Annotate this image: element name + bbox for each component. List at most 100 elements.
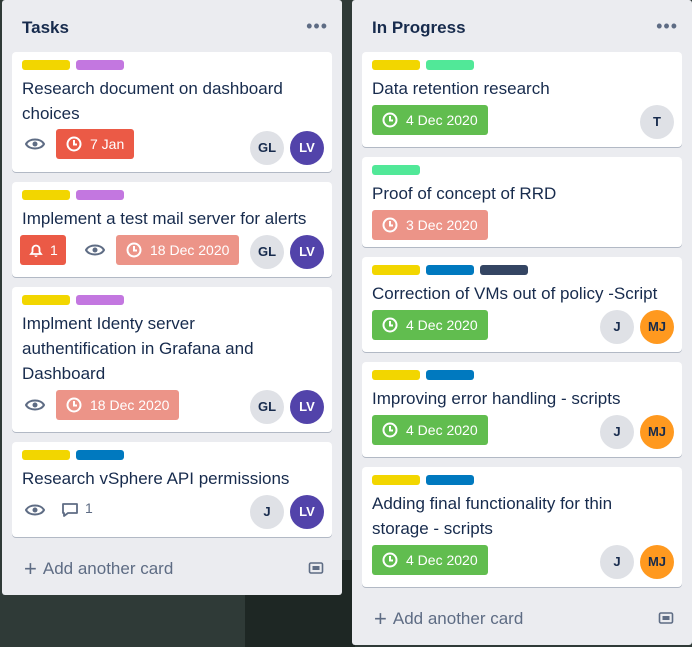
card-title-line: authentification in Grafana and	[22, 339, 254, 358]
label-blue[interactable]	[426, 370, 474, 380]
due-date-badge[interactable]: 3 Dec 2020	[372, 210, 488, 240]
card-title: Data retention research	[372, 76, 550, 101]
card-title: Improving error handling - scripts	[372, 386, 620, 411]
due-date-badge[interactable]: 4 Dec 2020	[372, 545, 488, 575]
member-avatar[interactable]: J	[600, 310, 634, 344]
label-purple[interactable]	[76, 60, 124, 70]
card-template-icon[interactable]	[308, 560, 324, 576]
card-title: Proof of concept of RRD	[372, 181, 556, 206]
list-header: In Progress •••	[352, 0, 692, 56]
label-mint[interactable]	[426, 60, 474, 70]
card-title: Adding final functionality for thin stor…	[372, 491, 612, 541]
plus-icon: +	[374, 606, 387, 631]
notification-badge[interactable]: 1	[20, 235, 66, 265]
label-yellow[interactable]	[372, 60, 420, 70]
eye-icon	[25, 138, 45, 150]
eye-icon	[25, 399, 45, 411]
card[interactable]: Proof of concept of RRD 3 Dec 2020	[362, 157, 682, 247]
add-card-button[interactable]: + Add another card	[24, 554, 174, 581]
label-purple[interactable]	[76, 190, 124, 200]
more-horizontal-icon[interactable]: •••	[306, 16, 328, 37]
card-title-line: Data retention research	[372, 79, 550, 98]
due-date-text: 4 Dec 2020	[406, 317, 478, 333]
label-mint[interactable]	[372, 165, 420, 175]
member-avatar[interactable]: J	[600, 415, 634, 449]
due-date-badge[interactable]: 4 Dec 2020	[372, 310, 488, 340]
add-card-button[interactable]: + Add another card	[374, 604, 524, 631]
member-avatar[interactable]: GL	[250, 131, 284, 165]
card-title: Correction of VMs out of policy -Script	[372, 281, 657, 306]
clock-icon	[66, 136, 82, 152]
card-title-line: Proof of concept of RRD	[372, 184, 557, 203]
label-yellow[interactable]	[22, 60, 70, 70]
list-title[interactable]: In Progress	[372, 18, 466, 38]
comment-icon	[62, 503, 78, 517]
due-date-text: 7 Jan	[90, 136, 125, 152]
member-avatar[interactable]: T	[640, 105, 674, 139]
card[interactable]: Research document on dashboard choices 7…	[12, 52, 332, 172]
list-in-progress: In Progress ••• Data retention research …	[352, 0, 692, 645]
list-header: Tasks •••	[2, 0, 342, 56]
card-title-line: Adding final functionality for thin	[372, 494, 613, 513]
card[interactable]: Implment Identy server authentification …	[12, 287, 332, 432]
due-date-badge[interactable]: 18 Dec 2020	[56, 390, 180, 420]
member-avatar[interactable]: LV	[290, 495, 324, 529]
add-card-label: Add another card	[392, 609, 524, 628]
due-date-text: 4 Dec 2020	[406, 112, 478, 128]
label-yellow[interactable]	[22, 190, 70, 200]
clock-icon	[382, 112, 398, 128]
label-yellow[interactable]	[372, 370, 420, 380]
member-avatar[interactable]: GL	[250, 390, 284, 424]
card-title-line: Improving error handling - scripts	[372, 389, 621, 408]
member-avatar[interactable]: LV	[290, 131, 324, 165]
card-title-line: Implement a test mail server for alerts	[22, 209, 307, 228]
card-title-line: storage - scripts	[372, 519, 493, 538]
card[interactable]: Implement a test mail server for alerts …	[12, 182, 332, 277]
member-avatar[interactable]: MJ	[640, 415, 674, 449]
due-date-badge[interactable]: 18 Dec 2020	[116, 235, 240, 265]
label-yellow[interactable]	[372, 475, 420, 485]
card-title: Research document on dashboard choices	[22, 76, 283, 126]
member-avatar[interactable]: LV	[290, 390, 324, 424]
due-date-badge[interactable]: 4 Dec 2020	[372, 105, 488, 135]
due-date-text: 4 Dec 2020	[406, 552, 478, 568]
member-avatar[interactable]: LV	[290, 235, 324, 269]
add-card-label: Add another card	[42, 559, 174, 578]
member-avatar[interactable]: MJ	[640, 310, 674, 344]
card-title: Research vSphere API permissions	[22, 466, 289, 491]
label-blue[interactable]	[76, 450, 124, 460]
clock-icon	[382, 552, 398, 568]
more-horizontal-icon[interactable]: •••	[656, 16, 678, 37]
label-yellow[interactable]	[22, 450, 70, 460]
plus-icon: +	[24, 556, 37, 581]
clock-icon	[382, 217, 398, 233]
card-title-line: Dashboard	[22, 364, 106, 383]
label-blue[interactable]	[426, 265, 474, 275]
member-avatar[interactable]: MJ	[640, 545, 674, 579]
list-title[interactable]: Tasks	[22, 18, 69, 38]
card[interactable]: Improving error handling - scripts 4 Dec…	[362, 362, 682, 457]
list-tasks: Tasks ••• Research document on dashboard…	[2, 0, 342, 595]
member-avatar[interactable]: GL	[250, 235, 284, 269]
clock-icon	[382, 317, 398, 333]
card[interactable]: Research vSphere API permissions 1 J LV	[12, 442, 332, 537]
label-purple[interactable]	[76, 295, 124, 305]
label-yellow[interactable]	[372, 265, 420, 275]
card[interactable]: Adding final functionality for thin stor…	[362, 467, 682, 587]
due-date-badge[interactable]: 4 Dec 2020	[372, 415, 488, 445]
eye-icon	[25, 504, 45, 516]
due-date-badge[interactable]: 7 Jan	[56, 129, 135, 159]
card[interactable]: Correction of VMs out of policy -Script …	[362, 257, 682, 352]
member-avatar[interactable]: J	[250, 495, 284, 529]
card-title: Implement a test mail server for alerts	[22, 206, 306, 231]
due-date-text: 4 Dec 2020	[406, 422, 478, 438]
label-yellow[interactable]	[22, 295, 70, 305]
card-template-icon[interactable]	[658, 610, 674, 626]
label-blue[interactable]	[426, 475, 474, 485]
label-navy[interactable]	[480, 265, 528, 275]
member-avatar[interactable]: J	[600, 545, 634, 579]
card-title-line: Correction of VMs out of policy -Script	[372, 284, 658, 303]
card[interactable]: Data retention research 4 Dec 2020 T	[362, 52, 682, 147]
due-date-text: 3 Dec 2020	[406, 217, 478, 233]
clock-icon	[382, 422, 398, 438]
